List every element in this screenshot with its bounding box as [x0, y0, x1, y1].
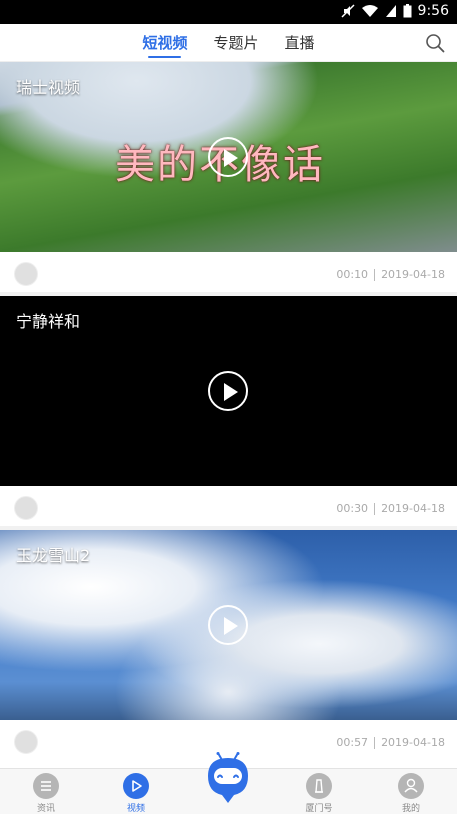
video-info: 00:10 2019-04-18: [336, 268, 445, 281]
avatar: [14, 496, 38, 520]
wifi-icon: [361, 5, 378, 17]
lighthouse-icon: [306, 773, 332, 799]
status-icons: 9:56: [341, 3, 449, 19]
video-date: 2019-04-18: [381, 268, 445, 281]
avatar: [14, 262, 38, 286]
video-duration: 00:57: [336, 736, 369, 749]
top-nav: 短视频 专题片 直播: [0, 24, 457, 62]
nav-label: 资讯: [36, 804, 55, 814]
tab-live[interactable]: 直播: [285, 24, 315, 62]
nav-label: 视频: [126, 804, 145, 814]
nav-video[interactable]: 视频: [106, 773, 166, 814]
video-thumbnail[interactable]: 玉龙雪山2: [0, 530, 457, 720]
user-icon: [398, 773, 424, 799]
video-info: 00:57 2019-04-18: [336, 736, 445, 749]
battery-icon: [403, 4, 412, 18]
video-duration: 00:10: [336, 268, 369, 281]
robot-mascot-icon[interactable]: [206, 752, 250, 804]
status-bar: 9:56: [0, 0, 457, 24]
nav-mine[interactable]: 我的: [381, 773, 441, 814]
play-icon[interactable]: [208, 137, 248, 177]
tab-short-video[interactable]: 短视频: [142, 24, 187, 62]
play-icon[interactable]: [208, 605, 248, 645]
video-title: 瑞士视频: [16, 78, 81, 97]
video-date: 2019-04-18: [381, 736, 445, 749]
nav-xiamen[interactable]: 厦门号: [289, 773, 349, 814]
video-meta: 00:10 2019-04-18: [0, 252, 457, 296]
news-icon: [33, 773, 59, 799]
tab-bar: 短视频 专题片 直播: [0, 24, 457, 62]
divider: [374, 502, 376, 515]
signal-icon: [385, 5, 396, 17]
avatar: [14, 730, 38, 754]
video-thumbnail[interactable]: 宁静祥和: [0, 296, 457, 486]
video-title: 玉龙雪山2: [16, 546, 91, 565]
tab-special[interactable]: 专题片: [213, 24, 258, 62]
play-icon[interactable]: [208, 371, 248, 411]
nav-news[interactable]: 资讯: [16, 773, 76, 814]
nav-label: 厦门号: [305, 804, 333, 814]
divider: [374, 736, 376, 749]
divider: [374, 268, 376, 281]
video-info: 00:30 2019-04-18: [336, 502, 445, 515]
video-meta: 00:30 2019-04-18: [0, 486, 457, 530]
video-play-icon: [123, 773, 149, 799]
video-thumbnail[interactable]: 瑞士视频 美的不像话: [0, 62, 457, 252]
clock: 9:56: [417, 3, 449, 19]
mute-icon: [341, 4, 355, 18]
search-icon[interactable]: [425, 33, 445, 53]
video-duration: 00:30: [336, 502, 369, 515]
nav-label: 我的: [401, 804, 420, 814]
video-date: 2019-04-18: [381, 502, 445, 515]
video-feed: 瑞士视频 美的不像话 00:10 2019-04-18 宁静祥和 00:30 2…: [0, 62, 457, 768]
video-title: 宁静祥和: [16, 312, 81, 331]
